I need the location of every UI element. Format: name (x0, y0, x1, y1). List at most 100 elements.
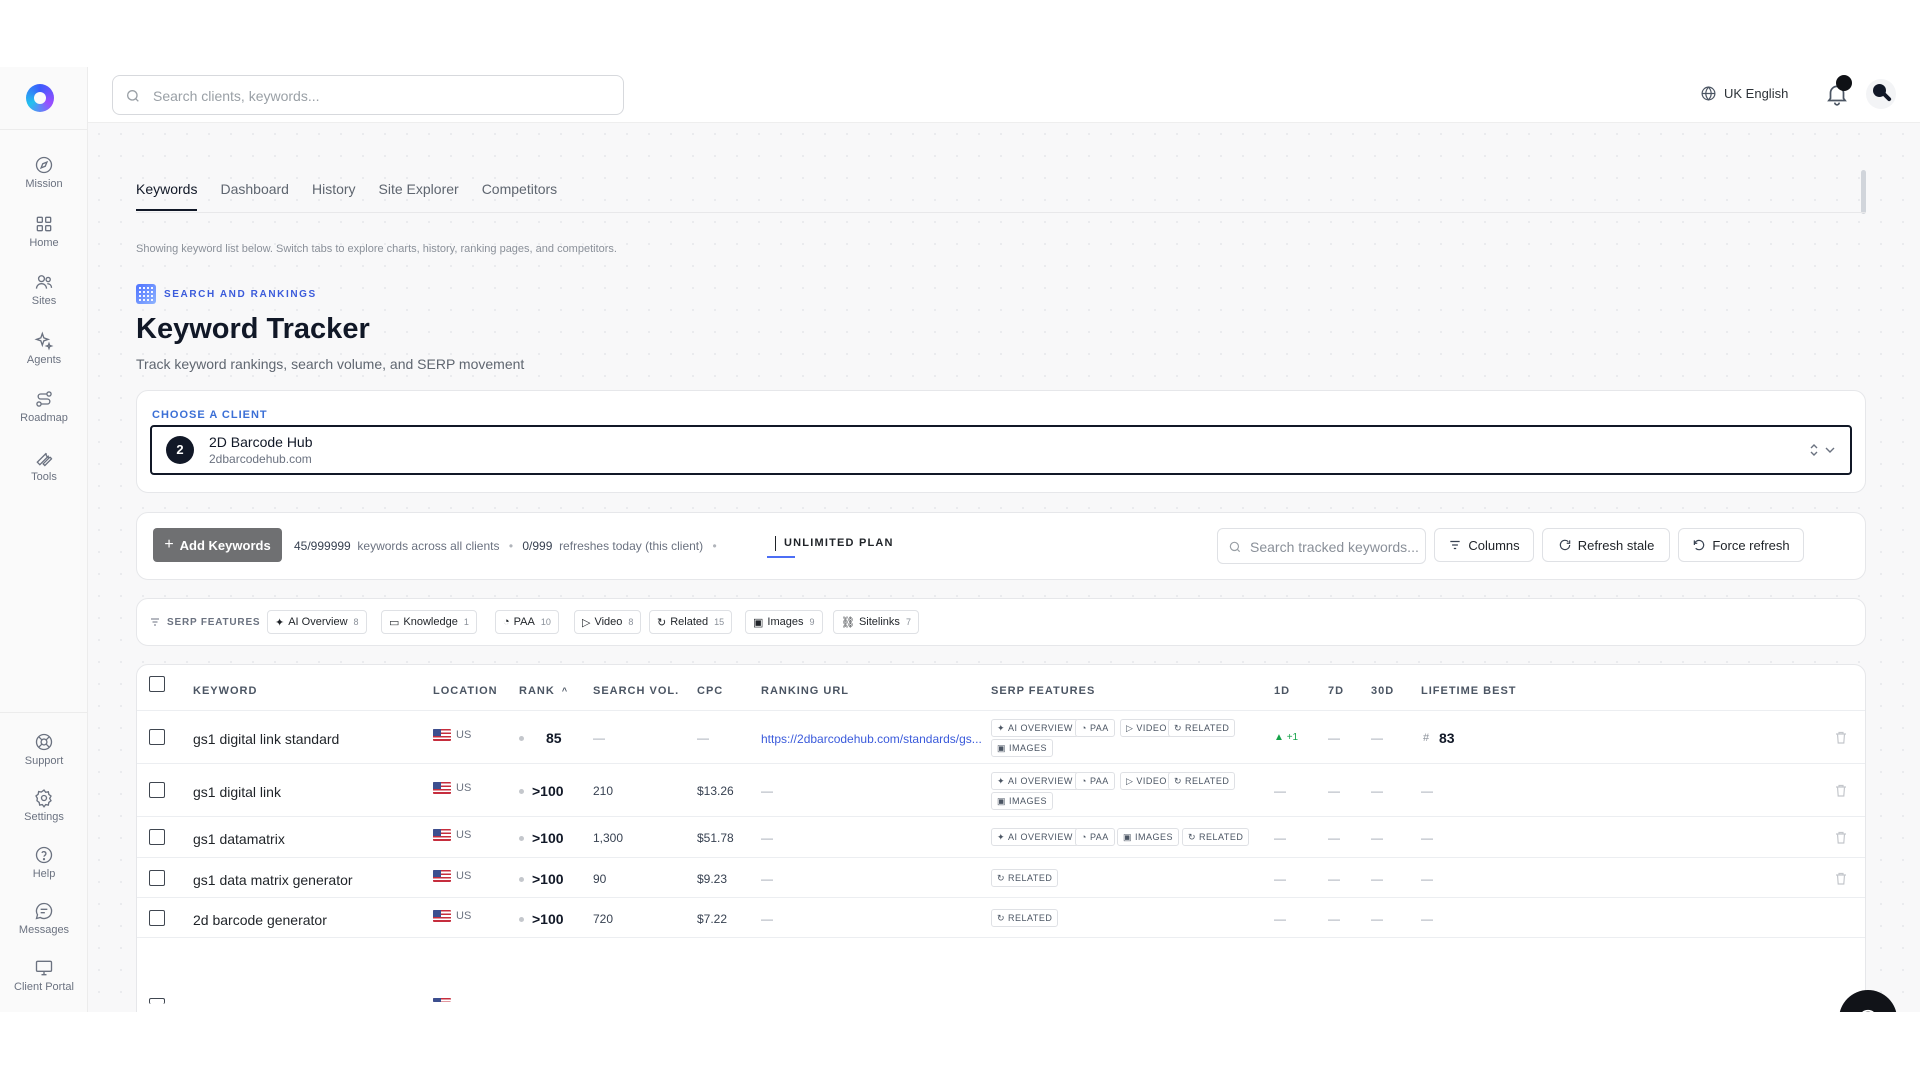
row-checkbox[interactable] (149, 782, 165, 798)
columns-button[interactable]: Columns (1434, 528, 1534, 562)
column-header-cpc[interactable]: CPC (697, 685, 723, 697)
tab-keywords[interactable]: Keywords (136, 171, 198, 211)
sparkle-icon: ✦ (997, 722, 1006, 733)
row-checkbox[interactable] (149, 829, 165, 845)
serp-tag: ◔ PAA (1075, 719, 1115, 737)
column-header-1d[interactable]: 1D (1274, 685, 1290, 697)
column-header-7d[interactable]: 7D (1328, 685, 1344, 697)
chip-related[interactable]: ↻ Related 15 (649, 610, 733, 634)
chat-bubble-icon (1862, 1009, 1874, 1012)
table-row[interactable]: gs1 digital link standard US 85 — — http… (137, 711, 1865, 764)
chevron-down-icon (1810, 444, 1835, 456)
separator-dot: • (508, 539, 514, 553)
table-row[interactable]: 2d barcode generator US >100 720 $7.22 —… (137, 898, 1865, 938)
serp-tag-label: RELATED (1008, 913, 1053, 923)
link-icon: ⛓ (841, 616, 855, 629)
sidebar-item-agents[interactable]: Agents (0, 331, 88, 379)
app-logo[interactable] (26, 84, 54, 112)
change-1d-cell: — (1274, 831, 1286, 845)
rank-cell: >100 (532, 783, 564, 799)
tab-dashboard[interactable]: Dashboard (220, 171, 289, 211)
change-7d-cell: — (1328, 784, 1340, 798)
sparkles-icon (34, 331, 54, 351)
serp-tag-label: PAA (1089, 723, 1109, 733)
row-checkbox[interactable] (149, 910, 165, 926)
chip-ai-overview[interactable]: ✦ AI Overview 8 (267, 610, 367, 634)
table-row[interactable]: gs1 digital link US >100 210 $13.26 — ✦ A… (137, 764, 1865, 817)
add-keywords-button[interactable]: + Add Keywords (153, 528, 282, 562)
tab-hint: Showing keyword list below. Switch tabs … (136, 243, 617, 255)
ranking-url-link[interactable]: https://2dbarcodehub.com/standards/gs... (761, 732, 982, 746)
row-checkbox[interactable] (149, 998, 165, 1004)
usage-meta: 45/999999 keywords across all clients • … (294, 539, 723, 553)
table-row[interactable] (137, 998, 1865, 1012)
gear-icon (35, 789, 52, 808)
tab-site-explorer[interactable]: Site Explorer (379, 171, 459, 211)
divider (136, 212, 1866, 213)
chip-paa[interactable]: ◔ PAA 10 (495, 610, 559, 634)
column-header-search-volume[interactable]: SEARCH VOL. (593, 685, 679, 697)
language-selector[interactable]: UK English (1700, 85, 1788, 102)
plan-underline (767, 556, 795, 558)
table-row[interactable]: gs1 data matrix generator US >100 90 $9.… (137, 858, 1865, 898)
trash-icon[interactable] (1835, 831, 1847, 844)
sidebar-item-support[interactable]: Support (0, 732, 88, 780)
table-row[interactable]: gs1 datamatrix US >100 1,300 $51.78 — ✦ A… (137, 817, 1865, 858)
app-window: Mission Home Sites Agents Roadmap Tools … (0, 67, 1920, 1012)
location-cell: US (433, 910, 471, 922)
chip-count: 8 (628, 617, 634, 627)
sidebar-item-tools[interactable]: Tools (0, 448, 88, 496)
client-select[interactable]: 2 2D Barcode Hub 2dbarcodehub.com (150, 425, 1852, 475)
lifetime-best-cell: — (1421, 784, 1433, 798)
change-7d-cell: — (1328, 912, 1340, 926)
chip-count: 7 (905, 617, 911, 627)
row-checkbox[interactable] (149, 870, 165, 886)
tracked-keywords-search[interactable] (1217, 528, 1426, 564)
location-label: US (456, 782, 472, 794)
serp-tag: ↻ RELATED (991, 909, 1059, 927)
serp-tag-label: RELATED (1199, 832, 1244, 842)
sidebar-item-messages[interactable]: Messages (0, 901, 88, 949)
question-icon: ◔ (1081, 832, 1087, 842)
trash-icon[interactable] (1835, 731, 1847, 744)
serp-tag: ↻ RELATED (991, 869, 1059, 887)
chip-label: Related (670, 616, 709, 628)
chip-knowledge[interactable]: ▭ Knowledge 1 (381, 610, 477, 634)
sidebar-item-help[interactable]: Help (0, 845, 88, 893)
sidebar-item-home[interactable]: Home (0, 214, 88, 262)
sidebar-item-mission[interactable]: Mission (0, 155, 88, 203)
row-checkbox[interactable] (149, 729, 165, 745)
chip-sitelinks[interactable]: ⛓ Sitelinks 7 (833, 610, 919, 634)
column-header-keyword[interactable]: KEYWORD (193, 685, 257, 697)
search-input[interactable] (153, 84, 603, 108)
tracked-search-input[interactable] (1250, 537, 1420, 557)
sidebar-item-label: Sites (31, 295, 57, 307)
avatar[interactable] (1866, 79, 1896, 109)
sidebar-item-sites[interactable]: Sites (0, 272, 88, 320)
chip-images[interactable]: ▣ Images 9 (745, 610, 823, 634)
tab-competitors[interactable]: Competitors (482, 171, 557, 211)
serp-tag: ✦ AI OVERVIEW (991, 772, 1079, 790)
column-header-serp-features[interactable]: SERP FEATURES (991, 685, 1095, 697)
global-search[interactable] (112, 75, 624, 115)
chip-video[interactable]: ▷ Video 8 (574, 610, 642, 634)
scrollbar[interactable] (1861, 170, 1866, 214)
location-cell: US (433, 782, 471, 794)
trash-icon[interactable] (1835, 872, 1847, 885)
play-icon: ▷ (582, 616, 591, 629)
column-header-30d[interactable]: 30D (1371, 685, 1394, 697)
tab-history[interactable]: History (312, 171, 356, 211)
select-all-checkbox[interactable] (149, 676, 165, 692)
column-header-location[interactable]: LOCATION (433, 685, 498, 697)
client-domain: 2dbarcodehub.com (209, 452, 312, 466)
column-header-ranking-url[interactable]: RANKING URL (761, 685, 849, 697)
force-refresh-button[interactable]: Force refresh (1678, 528, 1804, 562)
sidebar-item-client-portal[interactable]: Client Portal (0, 958, 88, 1006)
trash-icon[interactable] (1835, 784, 1847, 797)
sidebar-item-settings[interactable]: Settings (0, 788, 88, 836)
serp-tag-label: RELATED (1008, 873, 1053, 883)
sidebar-item-roadmap[interactable]: Roadmap (0, 389, 88, 437)
refresh-stale-button[interactable]: Refresh stale (1542, 528, 1670, 562)
column-header-lifetime-best[interactable]: LIFETIME BEST (1421, 685, 1517, 697)
column-header-rank[interactable]: RANK ^ (519, 685, 568, 697)
